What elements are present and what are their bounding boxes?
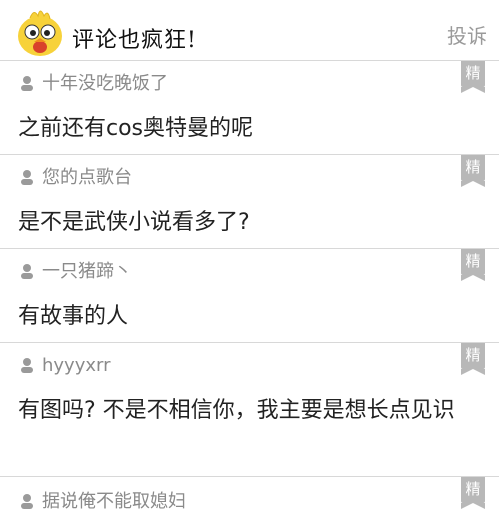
comment-text: 之前还有cos奥特曼的呢 — [18, 116, 254, 141]
author-name: 一只猪蹄丶 — [42, 261, 132, 282]
comment-item: 精 hyyyxrr 有图吗? 不是不相信你，我主要是想长点见识 — [0, 342, 499, 477]
comment-item: 精 一只猪蹄丶 有故事的人 — [0, 248, 499, 343]
comment-text: 有图吗? 不是不相信你，我主要是想长点见识 — [18, 398, 455, 423]
author-name: 十年没吃晚饭了 — [42, 73, 168, 94]
comment-item: 精 十年没吃晚饭了 之前还有cos奥特曼的呢 — [0, 60, 499, 155]
user-icon — [21, 76, 33, 91]
author-name: hyyyxrr — [42, 355, 111, 376]
comment-author[interactable]: 十年没吃晚饭了 — [20, 73, 168, 95]
comment-author[interactable]: hyyyxrr — [20, 355, 111, 377]
user-icon — [21, 358, 33, 373]
chick-mascot-icon — [18, 10, 62, 56]
featured-badge: 精 — [461, 477, 485, 509]
header-bar: 评论也疯狂! 投诉 — [0, 0, 499, 60]
report-button[interactable]: 投诉 — [447, 20, 487, 49]
comment-author[interactable]: 一只猪蹄丶 — [20, 261, 132, 283]
author-name: 您的点歌台 — [42, 167, 132, 188]
comment-author[interactable]: 您的点歌台 — [20, 167, 132, 189]
user-icon — [21, 494, 33, 509]
comment-text: 有故事的人 — [18, 304, 129, 329]
header-title: 评论也疯狂! — [72, 28, 197, 53]
featured-badge: 精 — [461, 249, 485, 281]
user-icon — [21, 264, 33, 279]
featured-badge: 精 — [461, 343, 485, 375]
user-icon — [21, 170, 33, 185]
featured-badge: 精 — [461, 155, 485, 187]
comment-author[interactable]: 据说俺不能取媳妇 — [20, 491, 186, 512]
featured-badge: 精 — [461, 61, 485, 93]
comment-item: 精 您的点歌台 是不是武侠小说看多了? — [0, 154, 499, 249]
comment-item: 精 据说俺不能取媳妇 — [0, 476, 499, 512]
comment-text: 是不是武侠小说看多了? — [18, 210, 250, 235]
author-name: 据说俺不能取媳妇 — [42, 491, 186, 512]
